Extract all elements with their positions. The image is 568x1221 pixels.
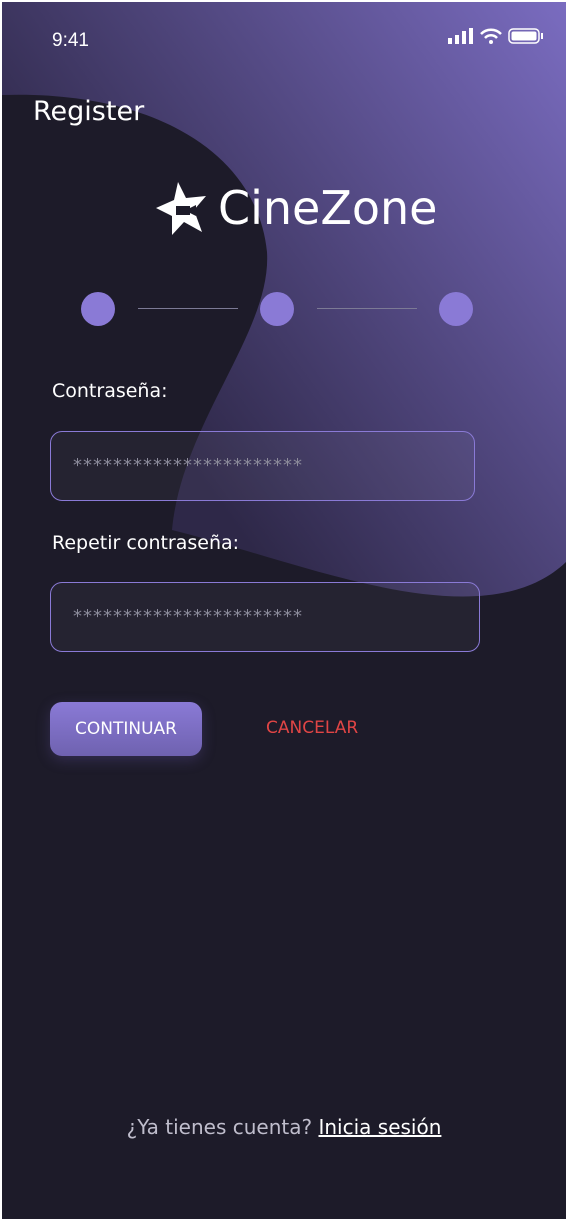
step-2 [260,292,294,326]
battery-icon [508,28,543,44]
password-label: Contraseña: [52,380,168,402]
signal-icon [448,28,473,44]
continue-button[interactable]: CONTINUAR [50,702,202,756]
login-prompt: ¿Ya tienes cuenta? Inicia sesión [2,1115,566,1139]
password-input[interactable]: *********************** [50,431,475,501]
page-title: Register [33,96,145,127]
register-screen: 9:41 Register CineZone Contraseña: *****… [2,2,566,1219]
step-1 [81,292,115,326]
step-connector [138,308,238,309]
wifi-icon [480,28,502,44]
logo-text: CineZone [218,181,438,235]
cancel-button[interactable]: CANCELAR [266,718,358,738]
status-time: 9:41 [52,30,89,51]
star-camera-icon [156,182,206,235]
step-3 [439,292,473,326]
step-connector [317,308,417,309]
repeat-password-input[interactable]: *********************** [50,582,480,652]
login-prompt-text: ¿Ya tienes cuenta? [126,1115,313,1139]
login-link[interactable]: Inicia sesión [318,1115,441,1139]
status-icons [448,28,544,44]
cinezone-logo: CineZone [156,180,437,236]
repeat-password-label: Repetir contraseña: [52,532,240,554]
